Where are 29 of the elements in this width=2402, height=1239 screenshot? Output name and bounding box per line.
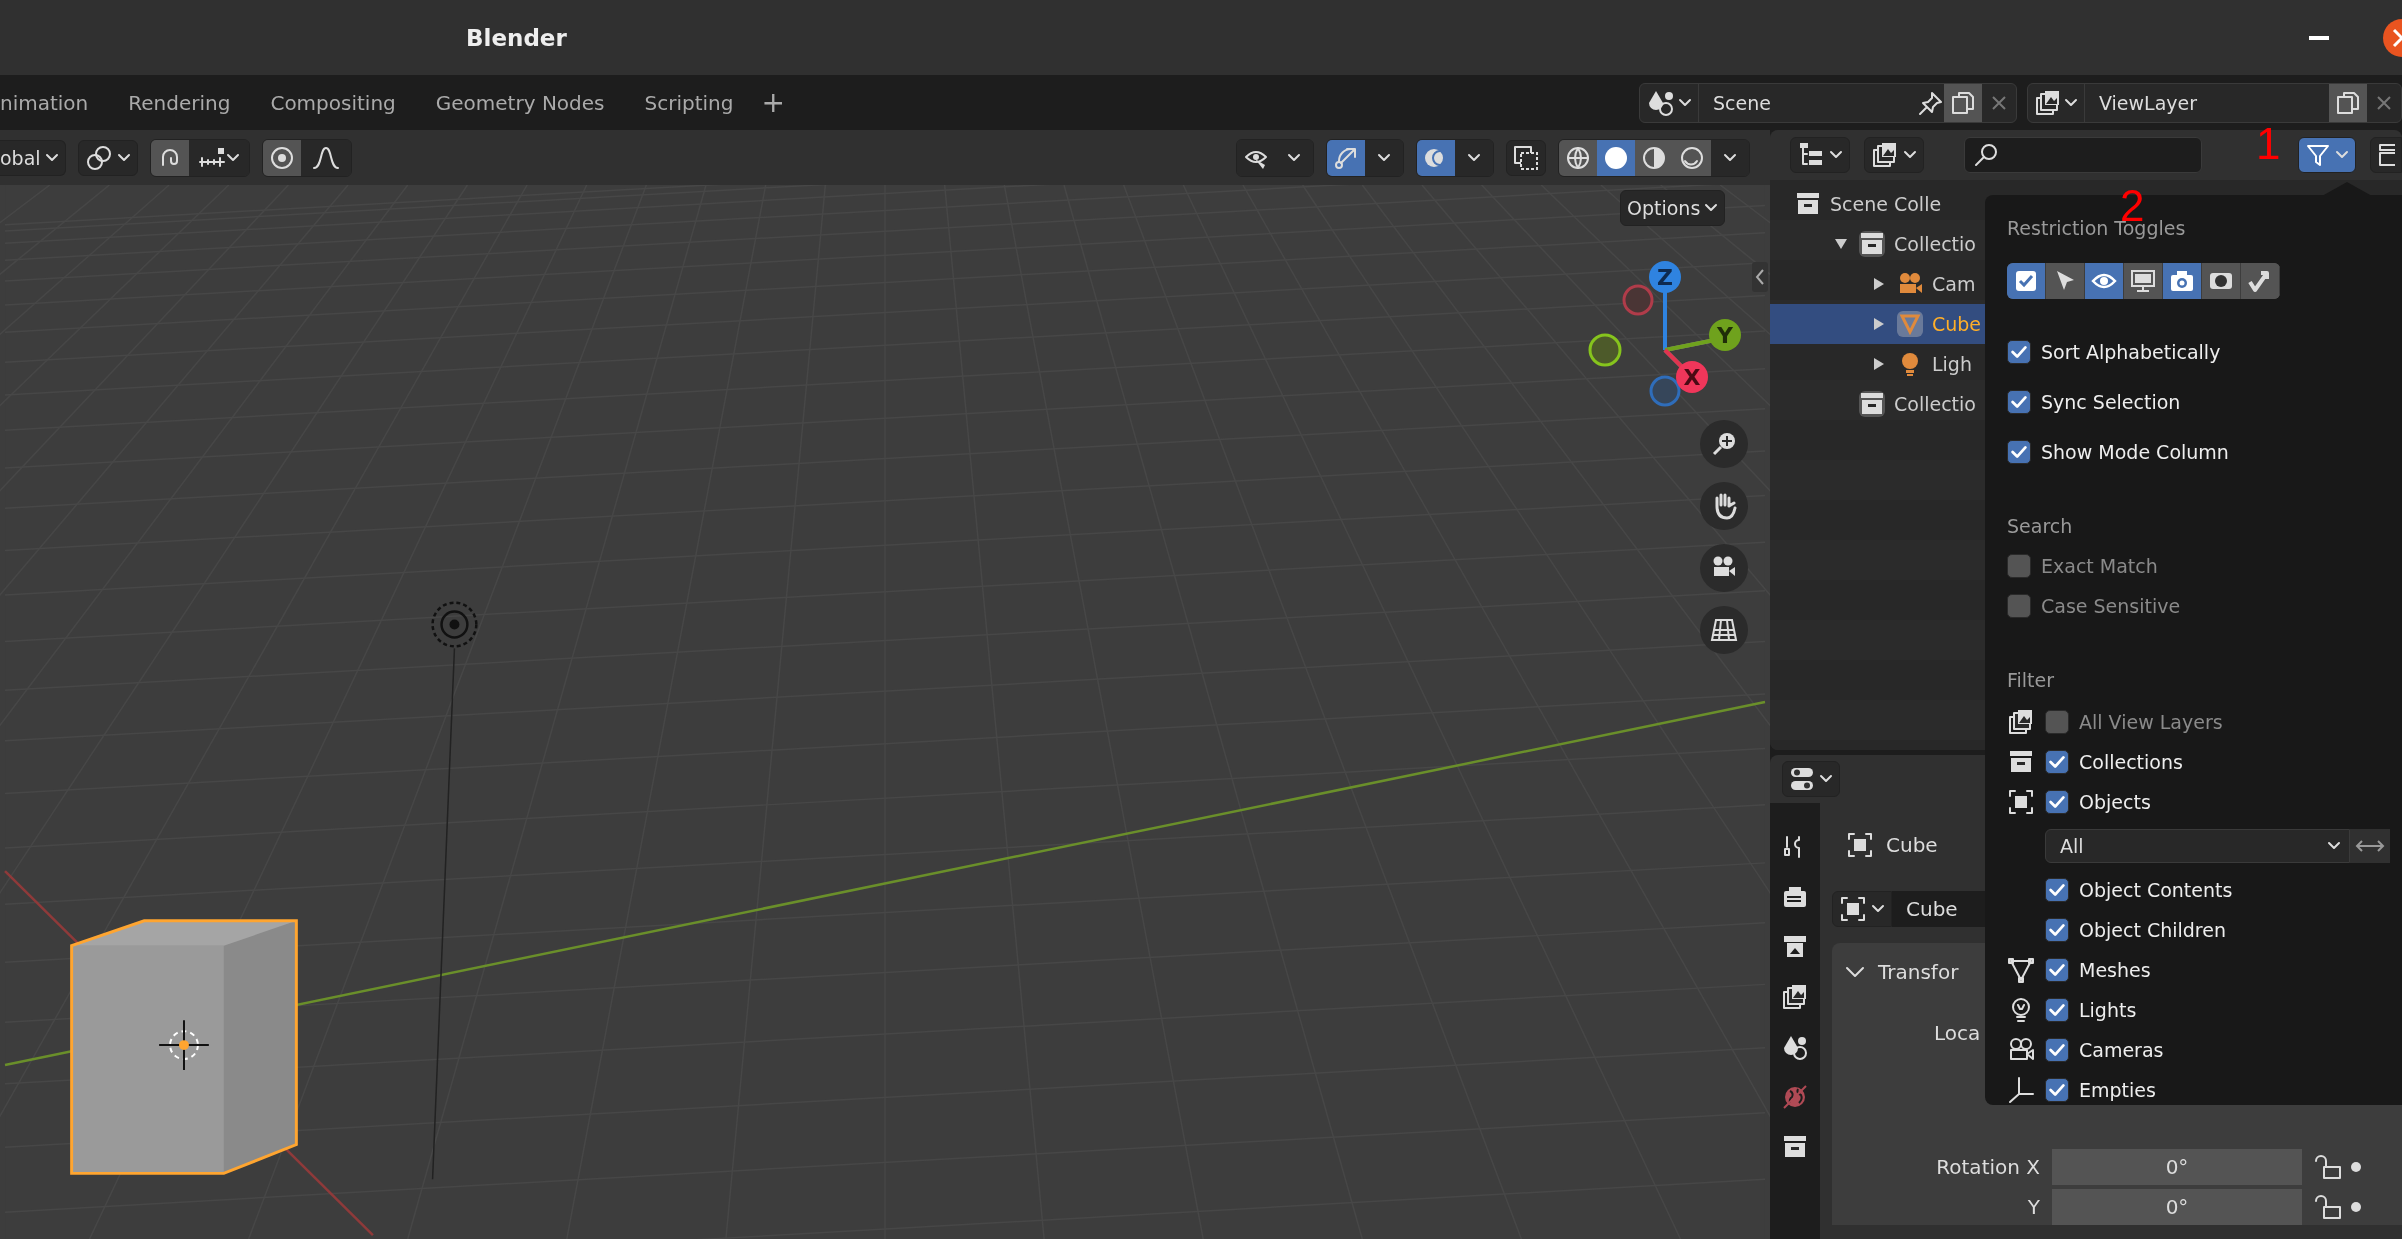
field-label: Y xyxy=(2026,1195,2041,1219)
outliner-item-label: Scene Colle xyxy=(1830,193,1942,215)
field-label: Loca xyxy=(1934,1021,1981,1045)
outliner-item-label: Collectio xyxy=(1894,233,1976,255)
checkbox-label: Sort Alphabetically xyxy=(2041,341,2221,363)
checkbox-label: Sync Selection xyxy=(2041,391,2181,413)
checkbox-label: Case Sensitive xyxy=(2041,595,2181,617)
window-title: Blender xyxy=(466,24,567,51)
outliner-item-label: Cam xyxy=(1932,273,1976,295)
object-name: Cube xyxy=(1886,833,1938,857)
field-label: Rotation X xyxy=(1935,1155,2041,1179)
checkbox-label: Exact Match xyxy=(2041,555,2158,577)
checkbox-label: Collections xyxy=(2079,751,2183,773)
outliner-item-label: Cube xyxy=(1932,313,1982,335)
checkbox-label: Cameras xyxy=(2079,1039,2164,1061)
annotation-number: 1 xyxy=(2256,122,2281,166)
checkbox-label: Meshes xyxy=(2079,959,2151,981)
checkbox-label: Object Contents xyxy=(2079,879,2233,901)
outliner-item-label: Collectio xyxy=(1894,393,1976,415)
checkbox-label: All View Layers xyxy=(2079,711,2223,733)
checkbox-label: Objects xyxy=(2079,791,2151,813)
checkbox-label: Lights xyxy=(2079,999,2137,1021)
checkbox-label: Object Children xyxy=(2079,919,2226,941)
checkbox-label: Empties xyxy=(2079,1079,2156,1101)
outliner-item-label: Ligh xyxy=(1932,353,1972,375)
dropdown-value: All xyxy=(2060,835,2084,857)
section-title: Search xyxy=(2007,515,2073,539)
checkbox-label: Show Mode Column xyxy=(2041,441,2229,463)
section-title: Filter xyxy=(2007,669,2055,693)
